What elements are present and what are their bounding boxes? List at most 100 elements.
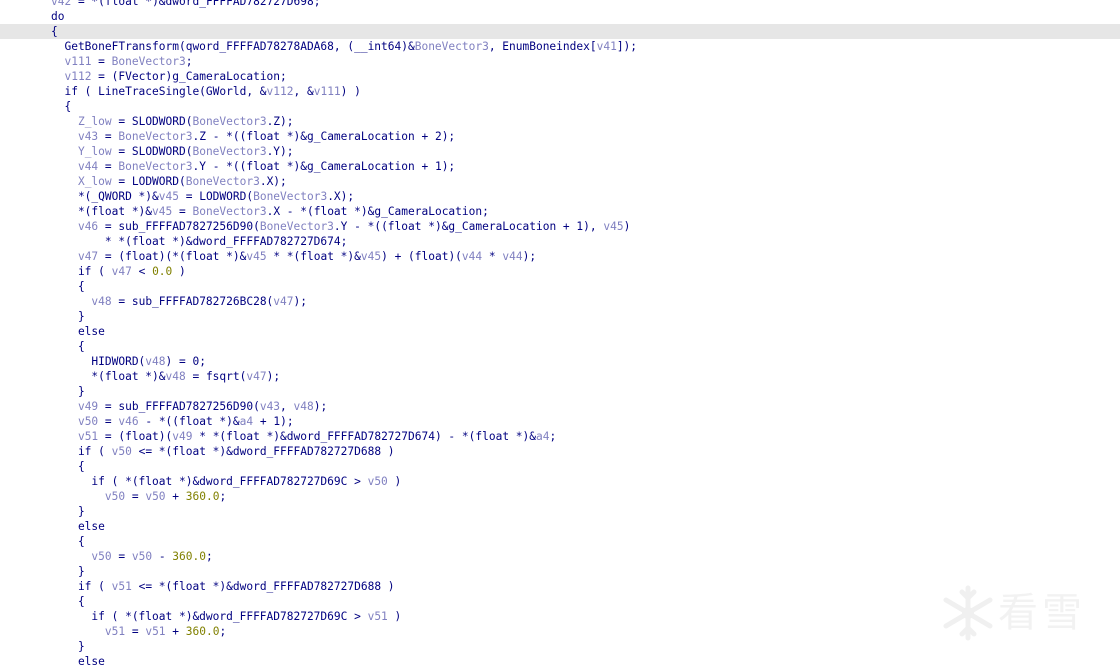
code-line[interactable]: { bbox=[0, 279, 1120, 294]
code-line[interactable]: v48 = sub_FFFFAD782726BC28(v47); bbox=[0, 294, 1120, 309]
code-line[interactable]: GetBoneFTransform(qword_FFFFAD78278ADA68… bbox=[0, 39, 1120, 54]
code-line[interactable]: if ( *(float *)&dword_FFFFAD782727D69C >… bbox=[0, 474, 1120, 489]
code-text: ) bbox=[623, 220, 631, 233]
code-variable: v50 bbox=[367, 475, 388, 488]
code-line[interactable]: * *(float *)&dword_FFFFAD782727D674; bbox=[0, 234, 1120, 249]
code-line[interactable]: } bbox=[0, 504, 1120, 519]
code-line[interactable]: v47 = (float)(*(float *)&v45 * *(float *… bbox=[0, 249, 1120, 264]
code-keyword: do bbox=[51, 10, 65, 23]
code-variable: BoneVector3 bbox=[414, 40, 489, 53]
code-line[interactable]: v49 = sub_FFFFAD7827256D90(v43, v48); bbox=[0, 399, 1120, 414]
code-variable: v41 bbox=[596, 40, 617, 53]
code-line[interactable]: v111 = BoneVector3; bbox=[0, 54, 1120, 69]
code-text: { bbox=[51, 280, 85, 293]
code-line[interactable]: { bbox=[0, 534, 1120, 549]
code-line[interactable]: *(float *)&v45 = BoneVector3.X - *(float… bbox=[0, 204, 1120, 219]
code-variable: v51 bbox=[77, 430, 99, 443]
code-line[interactable]: X_low = LODWORD(BoneVector3.X); bbox=[0, 174, 1120, 189]
code-text: ); bbox=[522, 250, 537, 263]
code-text: { bbox=[51, 595, 85, 608]
code-variable: X_low bbox=[77, 175, 112, 188]
code-text: ) bbox=[387, 475, 402, 488]
code-line[interactable]: Z_low = SLODWORD(BoneVector3.Z); bbox=[0, 114, 1120, 129]
code-text: else bbox=[51, 655, 105, 665]
code-variable: v50 bbox=[91, 550, 112, 563]
code-line[interactable]: else bbox=[0, 324, 1120, 339]
code-line[interactable]: { bbox=[0, 99, 1120, 114]
code-variable: v51 bbox=[145, 625, 166, 638]
code-text: = SLODWORD( bbox=[111, 115, 193, 128]
code-text: if ( *(float *)&dword_FFFFAD782727D69C > bbox=[51, 610, 368, 623]
code-variable: v45 bbox=[158, 190, 179, 203]
code-text: = sub_FFFFAD7827256D90( bbox=[98, 220, 260, 233]
code-variable: v48 bbox=[165, 370, 186, 383]
code-text: else bbox=[51, 325, 105, 338]
code-text: } bbox=[51, 505, 85, 518]
code-line[interactable]: { bbox=[0, 459, 1120, 474]
code-line[interactable]: v42 = *(float *)&dword_FFFFAD782727D698; bbox=[0, 0, 1120, 9]
code-line[interactable]: *(float *)&v48 = fsqrt(v47); bbox=[0, 369, 1120, 384]
code-text: * *(float *)&dword_FFFFAD782727D674; bbox=[51, 235, 348, 248]
code-line[interactable]: v112 = (FVector)g_CameraLocation; bbox=[0, 69, 1120, 84]
code-text: = (float)( bbox=[98, 430, 173, 443]
code-text: ); bbox=[313, 400, 328, 413]
code-text: ; bbox=[219, 625, 227, 638]
code-text: } bbox=[51, 565, 85, 578]
code-text: else bbox=[51, 520, 105, 533]
code-variable: v45 bbox=[603, 220, 624, 233]
code-line[interactable]: v44 = BoneVector3.Y - *((float *)&g_Came… bbox=[0, 159, 1120, 174]
code-text: = fsqrt( bbox=[185, 370, 247, 383]
code-variable: a4 bbox=[239, 415, 254, 428]
code-line[interactable]: { bbox=[0, 339, 1120, 354]
code-text: ) = 0; bbox=[165, 355, 206, 368]
code-variable: v44 bbox=[502, 250, 523, 263]
code-line[interactable]: v50 = v50 - 360.0; bbox=[0, 549, 1120, 564]
code-variable: v51 bbox=[104, 625, 126, 638]
code-text: { bbox=[51, 25, 58, 38]
code-text: ); bbox=[266, 370, 281, 383]
code-text: - bbox=[152, 550, 173, 563]
code-line[interactable]: } bbox=[0, 384, 1120, 399]
code-text: <= *(float *)&dword_FFFFAD782727D688 ) bbox=[131, 580, 395, 593]
code-line[interactable]: if ( v50 <= *(float *)&dword_FFFFAD78272… bbox=[0, 444, 1120, 459]
code-line[interactable]: Y_low = SLODWORD(BoneVector3.Y); bbox=[0, 144, 1120, 159]
code-line[interactable]: else bbox=[0, 519, 1120, 534]
code-line[interactable]: } bbox=[0, 564, 1120, 579]
code-line[interactable]: *(_QWORD *)&v45 = LODWORD(BoneVector3.X)… bbox=[0, 189, 1120, 204]
code-text: = bbox=[91, 55, 112, 68]
code-line[interactable]: v50 = v50 + 360.0; bbox=[0, 489, 1120, 504]
code-variable: v43 bbox=[77, 130, 99, 143]
code-line[interactable]: { bbox=[0, 24, 1120, 39]
pseudocode-view[interactable]: v42 = *(float *)&dword_FFFFAD782727D698;… bbox=[0, 0, 1120, 665]
code-text: = LODWORD( bbox=[179, 190, 254, 203]
code-variable: v111 bbox=[64, 55, 92, 68]
code-text: } bbox=[51, 385, 85, 398]
code-text: ) + (float)( bbox=[381, 250, 462, 263]
code-line[interactable]: v51 = (float)(v49 * *(float *)&dword_FFF… bbox=[0, 429, 1120, 444]
code-line[interactable]: HIDWORD(v48) = 0; bbox=[0, 354, 1120, 369]
code-text: .X - *(float *)&g_CameraLocation; bbox=[266, 205, 489, 218]
code-line[interactable]: if ( LineTraceSingle(GWorld, &v112, &v11… bbox=[0, 84, 1120, 99]
code-line[interactable]: } bbox=[0, 309, 1120, 324]
code-variable: BoneVector3 bbox=[253, 190, 328, 203]
code-text: , bbox=[280, 400, 294, 413]
code-text: ; bbox=[185, 55, 193, 68]
code-variable: v49 bbox=[172, 430, 193, 443]
code-text: ; bbox=[205, 550, 213, 563]
code-line[interactable]: do bbox=[0, 9, 1120, 24]
code-line[interactable]: if ( v47 < 0.0 ) bbox=[0, 264, 1120, 279]
code-text: * *(float *)&dword_FFFFAD782727D674) - *… bbox=[192, 430, 536, 443]
code-line[interactable]: v50 = v46 - *((float *)&a4 + 1); bbox=[0, 414, 1120, 429]
code-line[interactable]: v43 = BoneVector3.Z - *((float *)&g_Came… bbox=[0, 129, 1120, 144]
code-line[interactable]: v46 = sub_FFFFAD7827256D90(BoneVector3.Y… bbox=[0, 219, 1120, 234]
code-variable: v48 bbox=[91, 295, 112, 308]
code-line[interactable]: else bbox=[0, 654, 1120, 665]
code-variable: v47 bbox=[77, 250, 99, 263]
code-text: *(float *)& bbox=[51, 370, 166, 383]
